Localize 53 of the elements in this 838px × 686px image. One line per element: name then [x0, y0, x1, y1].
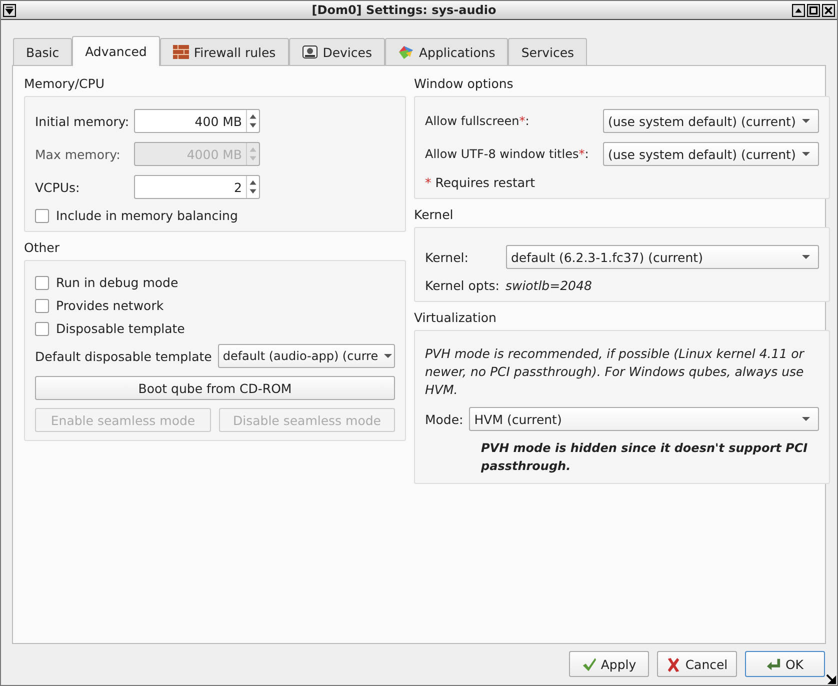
tab[interactable]: Devices — [288, 38, 385, 65]
stepper-icon[interactable] — [246, 176, 259, 198]
cross-icon — [666, 656, 682, 672]
apply-button[interactable]: Apply — [569, 651, 649, 677]
tab[interactable]: Applications — [384, 38, 508, 65]
field-label: Mode: — [425, 412, 464, 426]
boot-button[interactable]: Boot qube from CD-ROM — [35, 376, 395, 400]
field-label: VCPUs: — [35, 180, 81, 194]
menu-icon[interactable] — [3, 4, 16, 16]
field-label: Initial memory: — [35, 114, 128, 128]
kernel-opts-value: swiotlb=2048 — [505, 278, 592, 293]
maximize-icon[interactable] — [807, 4, 820, 16]
window-title: [Dom0] Settings: sys-audio — [310, 3, 498, 17]
brick-wall-icon — [172, 45, 189, 59]
cancel-button[interactable]: Cancel — [657, 651, 737, 677]
group-title: Kernel — [414, 207, 454, 222]
tab[interactable]: Basic — [13, 38, 72, 65]
field-label: Kernel: — [425, 250, 470, 264]
field-label: Default disposable template — [35, 348, 212, 364]
tab[interactable]: Firewall rules — [160, 38, 289, 65]
spin-box[interactable]: 2 — [134, 175, 260, 199]
shapes-icon — [398, 45, 414, 59]
ok-button[interactable]: OK — [745, 651, 825, 677]
checkbox[interactable]: Disposable template — [35, 321, 395, 336]
group-title: Other — [24, 240, 60, 255]
checkbox[interactable]: Provides network — [35, 298, 395, 313]
dropdown[interactable]: HVM (current) — [469, 407, 819, 431]
dropdown[interactable]: default (audio-app) (curre — [218, 344, 395, 368]
warning-text: PVH mode is hidden since it doesn't support PCI passthrough. — [480, 440, 809, 475]
tab[interactable]: Advanced — [72, 36, 160, 66]
drive-icon — [302, 45, 318, 59]
restart-note: * Requires restart — [425, 175, 536, 190]
group-title: Window options — [414, 76, 514, 91]
shade-icon[interactable] — [792, 4, 805, 16]
dropdown[interactable]: (use system default) (current) — [603, 109, 819, 133]
field-label: Max memory: — [35, 146, 122, 162]
tab[interactable]: Services — [508, 38, 588, 65]
return-arrow-icon — [766, 656, 782, 672]
field-label: Allow fullscreen*: — [425, 114, 530, 128]
spin-box[interactable]: 400 MB — [134, 109, 260, 133]
checkbox[interactable]: Run in debug mode — [35, 275, 395, 290]
checkbox[interactable]: Include in memory balancing — [35, 208, 395, 223]
check-icon — [582, 656, 597, 672]
resize-grip-icon[interactable] — [826, 674, 837, 685]
field-label: Kernel opts: — [425, 278, 500, 293]
stepper-icon[interactable] — [246, 110, 259, 132]
field-label: Allow UTF-8 window titles*: — [425, 147, 590, 161]
dropdown[interactable]: (use system default) (current) — [603, 142, 819, 166]
description-text: PVH mode is recommended, if possible (Linux kernel 4.11 or newer, no PCI passthrough). For Windows qubes, always use HVM. — [425, 345, 806, 399]
dropdown[interactable]: default (6.2.3-1.fc37) (current) — [506, 245, 819, 269]
group-title: Memory/CPU — [24, 76, 106, 91]
group-title: Virtualization — [414, 310, 498, 325]
close-icon[interactable] — [822, 4, 835, 16]
